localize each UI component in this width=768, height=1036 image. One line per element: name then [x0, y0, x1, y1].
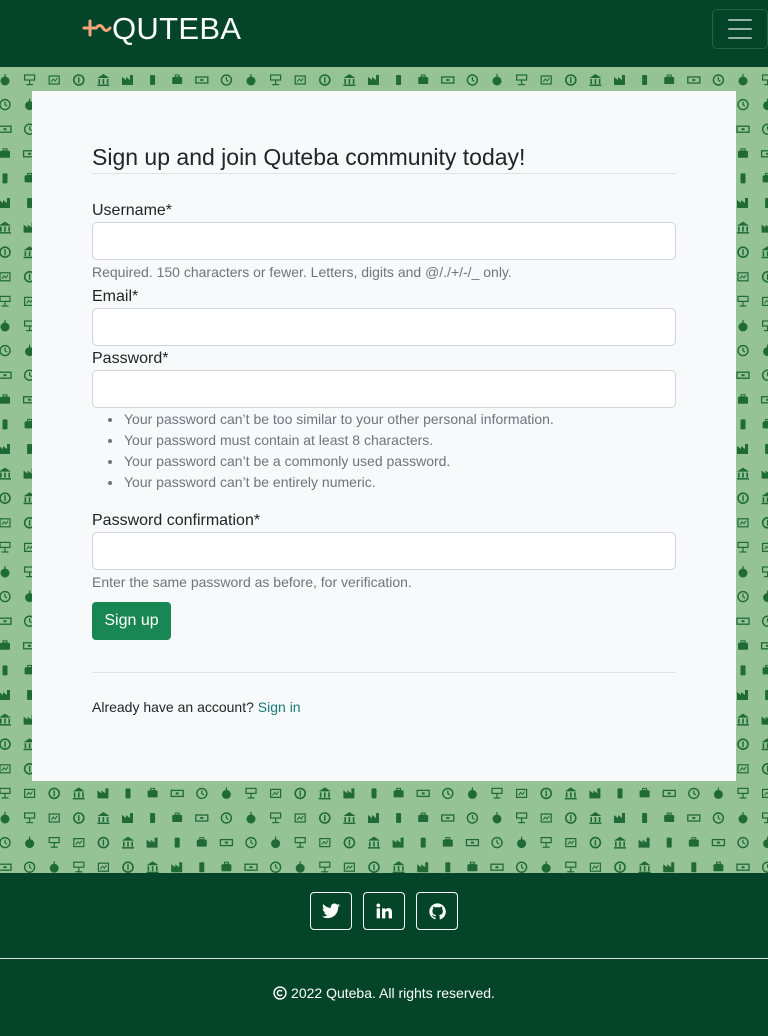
hamburger-menu-icon [728, 19, 752, 39]
copyright-text: 2022 Quteba. All rights reserved. [291, 985, 495, 1001]
password-confirmation-help-text: Enter the same password as before, for v… [92, 574, 412, 590]
copyright: 2022 Quteba. All rights reserved. [0, 984, 768, 1002]
username-help-text: Required. 150 characters or fewer. Lette… [92, 264, 512, 280]
already-have-account: Already have an account? Sign in [92, 698, 301, 716]
title-divider [92, 173, 676, 174]
password-label: Password* [92, 350, 169, 367]
password-input[interactable] [92, 370, 676, 408]
quteba-logo-icon [82, 19, 112, 37]
username-label: Username* [92, 202, 173, 219]
card-divider [92, 672, 676, 673]
password-confirmation-label: Password confirmation* [92, 512, 261, 529]
footer: 2022 Quteba. All rights reserved. [0, 873, 768, 1036]
email-label: Email* [92, 288, 139, 305]
page-title: Sign up and join Quteba community today! [92, 144, 526, 170]
copyright-icon [273, 986, 287, 1000]
password-rule: Your password can’t be a commonly used p… [92, 451, 676, 472]
linkedin-icon [376, 903, 392, 919]
password-confirmation-input[interactable] [92, 532, 676, 570]
github-icon [428, 902, 446, 919]
brand-link[interactable]: QUTEBA [82, 12, 241, 46]
password-rule: Your password can’t be entirely numeric. [92, 472, 676, 493]
email-input[interactable] [92, 308, 676, 346]
navbar-toggle-button[interactable] [712, 9, 768, 49]
linkedin-button[interactable] [363, 892, 405, 930]
twitter-icon [322, 903, 340, 919]
username-input[interactable] [92, 222, 676, 260]
sign-up-button[interactable]: Sign up [92, 602, 171, 640]
password-rule: Your password must contain at least 8 ch… [92, 430, 676, 451]
github-button[interactable] [416, 892, 458, 930]
password-rules-list: Your password can’t be too similar to yo… [92, 409, 676, 493]
navbar: QUTEBA [0, 0, 768, 67]
password-rule: Your password can’t be too similar to yo… [92, 409, 676, 430]
brand-name: QUTEBA [112, 11, 242, 46]
already-have-account-text: Already have an account? [92, 699, 254, 715]
twitter-button[interactable] [310, 892, 352, 930]
footer-divider [0, 958, 768, 959]
sign-in-link[interactable]: Sign in [258, 699, 301, 715]
signup-card: Sign up and join Quteba community today!… [32, 91, 736, 781]
